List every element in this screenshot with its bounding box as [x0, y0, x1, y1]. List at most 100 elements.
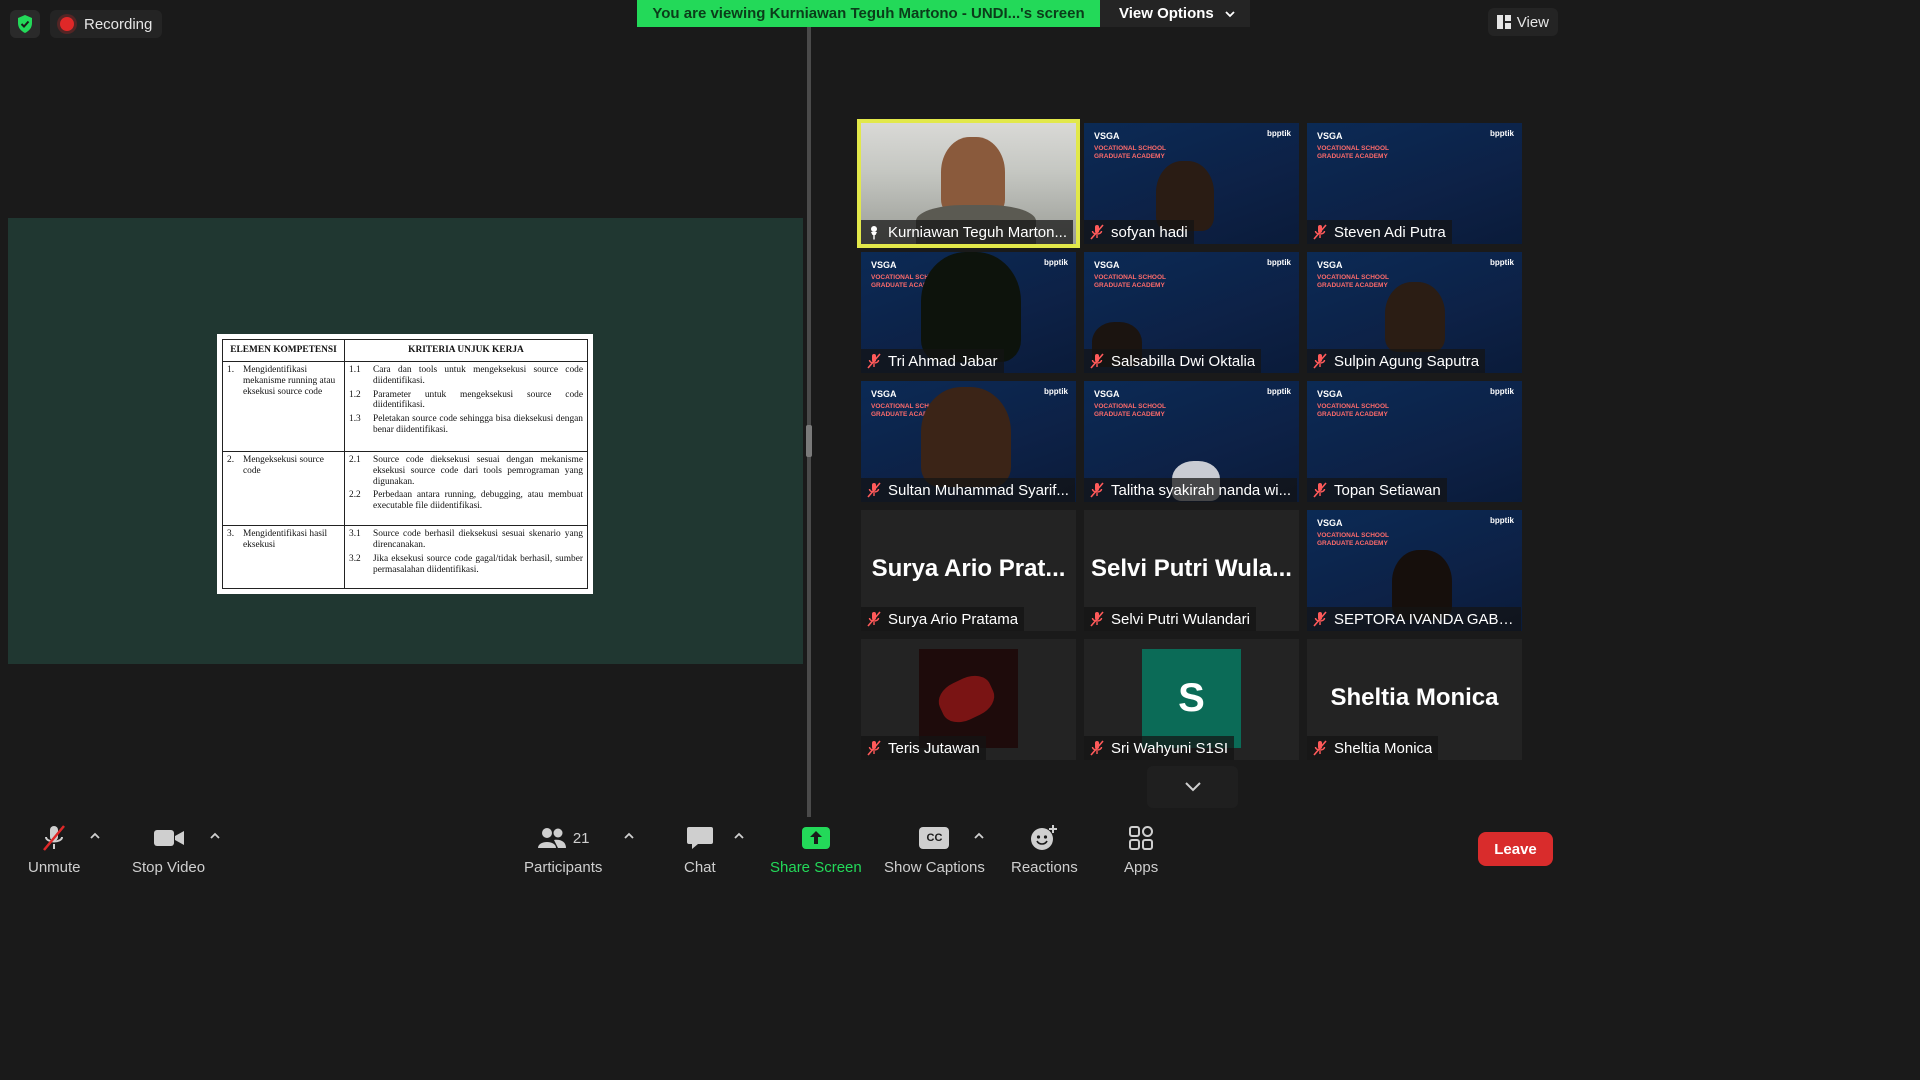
participant-tile[interactable]: VSGA VOCATIONAL SCHOOL GRADUATE ACADEMY bp…: [1307, 510, 1522, 631]
reactions-label: Reactions: [1011, 859, 1078, 876]
share-screen-label: Share Screen: [770, 859, 862, 876]
gallery-next-page-button[interactable]: [1147, 766, 1238, 808]
video-options-caret-icon[interactable]: [208, 829, 222, 843]
participant-tile[interactable]: Kurniawan Teguh Marton...: [857, 119, 1080, 248]
participant-tile[interactable]: VSGA VOCATIONAL SCHOOL GRADUATE ACADEMY bp…: [1307, 252, 1522, 373]
vsga-title: VOCATIONAL SCHOOL GRADUATE ACADEMY: [1317, 274, 1389, 289]
participant-tile[interactable]: Sheltia Monica Sheltia Monica: [1307, 639, 1522, 760]
participant-name: Kurniawan Teguh Marton...: [888, 223, 1067, 241]
participant-name-tag: Sultan Muhammad Syarif...: [861, 478, 1075, 502]
vsga-title: VOCATIONAL SCHOOL GRADUATE ACADEMY: [1317, 145, 1389, 160]
share-screen-button[interactable]: Share Screen: [770, 823, 862, 876]
microphone-muted-icon: [1313, 482, 1327, 498]
participant-name: Teris Jutawan: [888, 739, 980, 757]
participant-tile[interactable]: Teris Jutawan: [861, 639, 1076, 760]
security-shield-icon[interactable]: [10, 10, 40, 38]
apps-icon: [1128, 823, 1154, 853]
meeting-toolbar: Unmute Stop Video 21 Participants Chat S…: [0, 817, 1568, 882]
participant-tile[interactable]: VSGA VOCATIONAL SCHOOL GRADUATE ACADEMY bp…: [1084, 381, 1299, 502]
microphone-muted-icon: [1090, 611, 1104, 627]
vsga-logo: VSGA: [871, 260, 897, 270]
microphone-muted-icon: [1313, 740, 1327, 756]
participant-name-tag: Kurniawan Teguh Marton...: [861, 220, 1073, 244]
participant-name-tag: Sheltia Monica: [1307, 736, 1439, 760]
participant-name: SEPTORA IVANDA GABRA...: [1334, 610, 1515, 628]
recording-label: Recording: [84, 15, 153, 33]
criteria-text: Parameter untuk mengeksekusi source code…: [373, 389, 583, 411]
criteria-item: 2.1 Source code dieksekusi sesuai dengan …: [349, 455, 583, 487]
element-item: 3. Mengidentifikasi hasil eksekusi: [227, 529, 340, 551]
participants-options-caret-icon[interactable]: [622, 829, 636, 843]
view-layout-button[interactable]: View: [1487, 8, 1558, 36]
participant-name: sofyan hadi: [1111, 223, 1188, 241]
criteria-text: Source code berhasil dieksekusi sesuai s…: [373, 529, 583, 551]
microphone-muted-icon: [1090, 740, 1104, 756]
partner-logo: bpptik: [1267, 258, 1291, 267]
participant-tile[interactable]: Selvi Putri Wula... Selvi Putri Wulandari: [1084, 510, 1299, 631]
element-item: 2. Mengeksekusi source code: [227, 455, 340, 477]
shared-screen[interactable]: ELEMEN KOMPETENSI KRITERIA UNJUK KERJA 1…: [8, 218, 803, 664]
criteria-text: Source code dieksekusi sesuai dengan mek…: [373, 454, 583, 487]
participant-tile[interactable]: VSGA VOCATIONAL SCHOOL GRADUATE ACADEMY bp…: [1307, 123, 1522, 244]
participant-name-tag: Sri Wahyuni S1SI: [1084, 736, 1234, 760]
chevron-down-icon: [1184, 782, 1201, 792]
element-number: 1.: [227, 365, 235, 375]
avatar: S: [1142, 649, 1241, 748]
participant-name-tag: Teris Jutawan: [861, 736, 986, 760]
participant-tile[interactable]: VSGA VOCATIONAL SCHOOL GRADUATE ACADEMY bp…: [1307, 381, 1522, 502]
criteria-text: Perbedaan antara running, debugging, ata…: [373, 490, 583, 512]
vsga-title: VOCATIONAL SCHOOL GRADUATE ACADEMY: [1317, 403, 1389, 418]
divider-drag-handle[interactable]: [806, 425, 812, 457]
audio-options-caret-icon[interactable]: [88, 829, 102, 843]
participant-name: Surya Ario Pratama: [888, 610, 1019, 628]
partner-logo: bpptik: [1490, 258, 1514, 267]
captions-options-caret-icon[interactable]: [972, 829, 986, 843]
leave-button[interactable]: Leave: [1478, 832, 1553, 866]
participant-tile[interactable]: Surya Ario Prat... Surya Ario Pratama: [861, 510, 1076, 631]
participants-button[interactable]: 21 Participants: [524, 823, 602, 876]
participants-count: 21: [572, 829, 590, 847]
profile-picture: [919, 649, 1018, 748]
share-screen-icon: [801, 823, 831, 853]
participant-video: [1385, 282, 1445, 352]
participant-name: Tri Ahmad Jabar: [888, 352, 998, 370]
stop-video-button[interactable]: Stop Video: [132, 823, 205, 876]
unmute-button[interactable]: Unmute: [28, 823, 81, 876]
criteria-number: 3.2: [349, 554, 361, 565]
stop-video-label: Stop Video: [132, 859, 206, 876]
participant-tile[interactable]: VSGA VOCATIONAL SCHOOL GRADUATE ACADEMY bp…: [1084, 252, 1299, 373]
criteria-number: 2.2: [349, 490, 361, 501]
participant-tile[interactable]: VSGA VOCATIONAL SCHOOL GRADUATE ACADEMY bp…: [1084, 123, 1299, 244]
microphone-muted-icon: [1090, 224, 1104, 240]
unmute-label: Unmute: [28, 859, 81, 876]
criteria-text: Jika eksekusi source code gagal/tidak be…: [373, 554, 583, 575]
view-options-button[interactable]: View Options: [1100, 0, 1250, 27]
participants-label: Participants: [524, 859, 603, 876]
split-divider[interactable]: [807, 27, 811, 817]
participant-tile[interactable]: VSGA VOCATIONAL SCHOOL GRADUATE ACADEMY bp…: [861, 381, 1076, 502]
criteria-text: Cara dan tools untuk mengeksekusi source…: [373, 365, 583, 386]
participant-tile[interactable]: VSGA VOCATIONAL SCHOOL GRADUATE ACADEMY bp…: [861, 252, 1076, 373]
competency-element-cell: 3. Mengidentifikasi hasil eksekusi: [222, 525, 345, 589]
apps-button[interactable]: Apps: [1124, 823, 1158, 876]
criteria-cell: 1.1 Cara dan tools untuk mengeksekusi sou…: [344, 361, 588, 452]
participant-tile[interactable]: S Sri Wahyuni S1SI: [1084, 639, 1299, 760]
competency-element-cell: 1. Mengidentifikasi mekanisme running ata…: [222, 361, 345, 452]
microphone-muted-icon: [867, 611, 881, 627]
participant-name: Salsabilla Dwi Oktalia: [1111, 352, 1256, 370]
competency-table: ELEMEN KOMPETENSI KRITERIA UNJUK KERJA 1…: [222, 339, 588, 589]
vsga-logo: VSGA: [1094, 131, 1120, 141]
chat-button[interactable]: Chat: [684, 823, 716, 876]
criteria-item: 3.2 Jika eksekusi source code gagal/tidak…: [349, 554, 583, 576]
smiley-plus-icon: [1029, 823, 1059, 853]
criteria-number: 3.1: [349, 529, 361, 540]
participant-name-tag: Steven Adi Putra: [1307, 220, 1452, 244]
participant-video: [941, 137, 1005, 215]
participant-name: Selvi Putri Wulandari: [1111, 610, 1250, 628]
chat-options-caret-icon[interactable]: [732, 829, 746, 843]
recording-indicator[interactable]: Recording: [50, 10, 163, 38]
reactions-button[interactable]: Reactions: [1011, 823, 1078, 876]
table-header-criteria: KRITERIA UNJUK KERJA: [344, 339, 588, 362]
criteria-item: 2.2 Perbedaan antara running, debugging, …: [349, 490, 583, 512]
show-captions-button[interactable]: CC Show Captions: [884, 823, 985, 876]
